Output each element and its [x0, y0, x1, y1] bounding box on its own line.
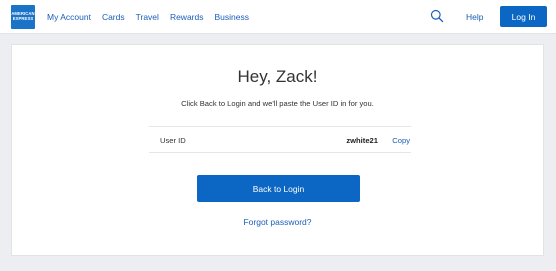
nav-item-travel[interactable]: Travel [136, 11, 159, 23]
top-navigation-bar: AMERICAN EXPRESS My Account Cards Travel… [0, 0, 556, 34]
copy-userid-link[interactable]: Copy [392, 136, 410, 145]
amex-logo[interactable]: AMERICAN EXPRESS [11, 5, 35, 29]
main-nav: My Account Cards Travel Rewards Business [47, 11, 260, 23]
userid-value: zwhite21 [346, 136, 378, 145]
logo-text-line2: EXPRESS [12, 16, 34, 21]
userid-label: User ID [160, 136, 186, 145]
nav-item-my-account[interactable]: My Account [47, 11, 91, 23]
log-in-button[interactable]: Log In [500, 6, 547, 27]
forgot-password-link[interactable]: Forgot password? [12, 217, 543, 227]
back-to-login-button[interactable]: Back to Login [197, 175, 360, 202]
userid-recovery-card: Hey, Zack! Click Back to Login and we'll… [11, 44, 544, 256]
search-icon[interactable] [430, 9, 444, 23]
page-title: Hey, Zack! [237, 67, 318, 86]
userid-row: User ID zwhite21 Copy [149, 126, 411, 153]
nav-item-business[interactable]: Business [214, 11, 249, 23]
help-link[interactable]: Help [466, 11, 483, 23]
instruction-text: Click Back to Login and we'll paste the … [181, 99, 374, 108]
nav-item-cards[interactable]: Cards [102, 11, 125, 23]
nav-item-rewards[interactable]: Rewards [170, 11, 204, 23]
